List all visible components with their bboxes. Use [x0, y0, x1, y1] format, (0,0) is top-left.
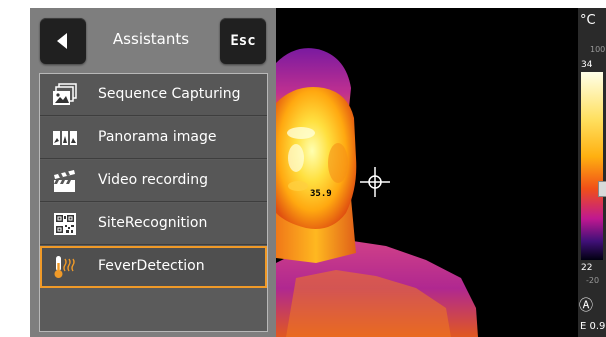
menu-item-label: FeverDetection [98, 258, 205, 274]
page-title: Assistants [112, 30, 190, 48]
sequence-capture-icon [53, 83, 77, 105]
assistants-panel: Assistants Esc Sequence Capturing Panora… [30, 8, 276, 337]
scale-current-max[interactable]: 34 [581, 60, 592, 70]
esc-button[interactable]: Esc [220, 18, 266, 64]
panel-header: Assistants Esc [30, 8, 276, 70]
panorama-icon [53, 131, 77, 145]
scale-range-min: -20 [586, 276, 600, 285]
video-clapper-icon [54, 170, 75, 192]
scale-marker [598, 181, 606, 197]
assistant-menu: Sequence Capturing Panorama image Video … [39, 73, 268, 332]
temperature-scale: °C 100 34 22 -20 Ⓐ E 0.9 [578, 8, 606, 337]
menu-item-fever-detection[interactable]: FeverDetection [40, 246, 267, 288]
qr-code-icon [54, 213, 76, 235]
back-button[interactable] [40, 18, 86, 64]
arrow-left-icon [57, 33, 67, 49]
spot-temperature-readout: 35.9 [310, 189, 332, 199]
menu-item-video-recording[interactable]: Video recording [40, 160, 267, 202]
scale-range-max: 100 [590, 45, 606, 54]
emissivity-readout: E 0.9 [580, 321, 606, 332]
menu-item-label: Video recording [98, 172, 209, 188]
measure-crosshair-icon[interactable] [360, 167, 390, 197]
color-palette-bar [581, 72, 603, 260]
menu-item-panorama-image[interactable]: Panorama image [40, 117, 267, 159]
menu-item-sequence-capturing[interactable]: Sequence Capturing [40, 74, 267, 116]
menu-item-label: Sequence Capturing [98, 86, 241, 102]
thermometer-icon [54, 256, 75, 278]
scale-current-min[interactable]: 22 [581, 263, 592, 273]
menu-item-label: SiteRecognition [98, 215, 208, 231]
thermal-image[interactable] [276, 8, 578, 337]
scale-unit: °C [580, 13, 596, 28]
camera-screen: Assistants Esc Sequence Capturing Panora… [30, 8, 606, 337]
menu-item-site-recognition[interactable]: SiteRecognition [40, 203, 267, 245]
menu-item-label: Panorama image [98, 129, 217, 145]
menu-empty-area [40, 291, 267, 331]
auto-scale-icon[interactable]: Ⓐ [579, 295, 593, 315]
thermal-person-silhouette [276, 48, 478, 337]
